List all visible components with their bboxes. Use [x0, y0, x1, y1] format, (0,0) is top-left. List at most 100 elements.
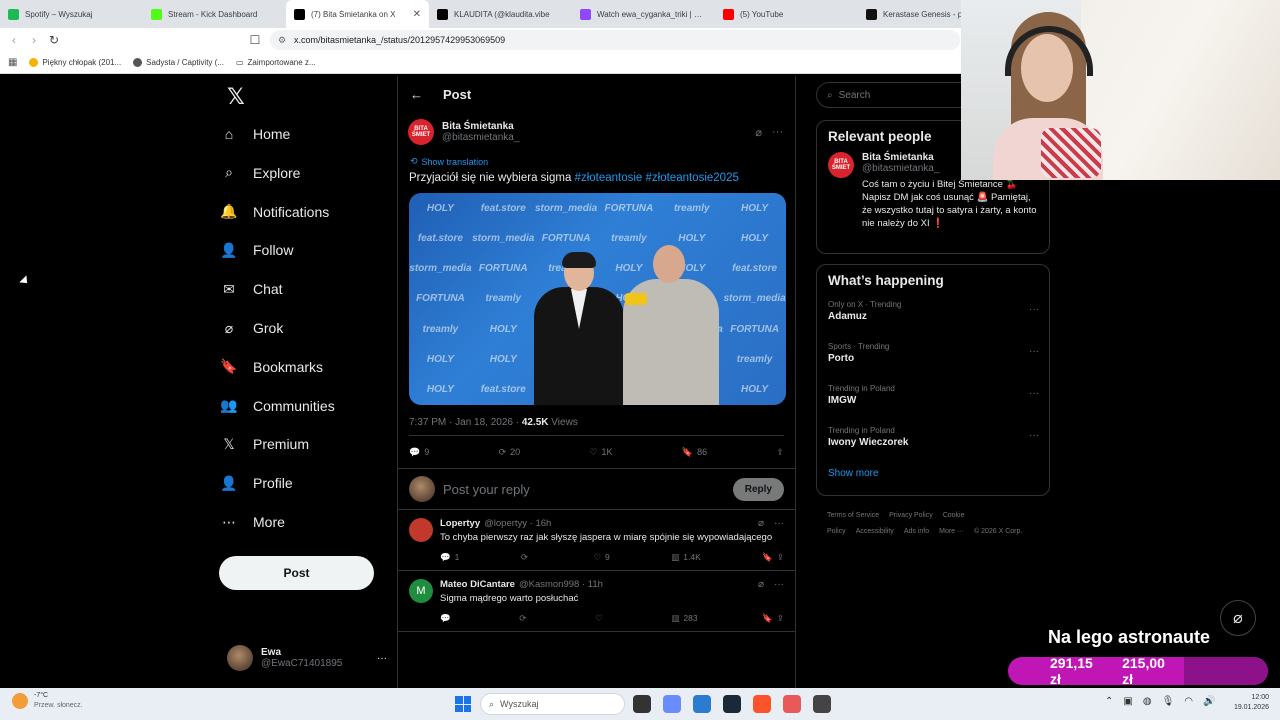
steam-icon[interactable] [723, 695, 741, 713]
reload-icon[interactable]: ↻ [44, 33, 64, 47]
account-switcher[interactable]: Ewa @EwaC71401895 ··· [227, 642, 387, 674]
grok-floating-icon[interactable]: ⌀ [1220, 600, 1256, 636]
avatar[interactable] [409, 518, 433, 542]
browser-tab[interactable]: Stream - Kick Dashboard [143, 0, 286, 28]
nav-item-bookmarks[interactable]: 🔖 Bookmarks [219, 348, 389, 386]
task-view-icon[interactable] [633, 695, 651, 713]
browser-tab[interactable]: (5) YouTube [715, 0, 858, 28]
bookmark-item[interactable]: Sadysta / Captivity (... [133, 58, 224, 67]
nav-item-follow[interactable]: 👤 Follow [219, 231, 389, 269]
trend-item[interactable]: Sports · Trending Porto ··· [817, 338, 1049, 380]
brave-icon[interactable] [753, 695, 771, 713]
more-dots-icon[interactable]: ··· [1029, 304, 1039, 315]
reply-action[interactable]: 💬 [440, 613, 455, 624]
footer-link[interactable]: Privacy Policy [889, 512, 933, 519]
mic-icon[interactable]: 🎙 [1162, 696, 1175, 707]
show-translation-link[interactable]: ⟲ Show translation [398, 156, 795, 167]
avatar[interactable]: M [409, 579, 433, 603]
post-button[interactable]: Post [219, 556, 374, 590]
share-icon[interactable]: ⇪ [777, 613, 784, 624]
grok-icon[interactable]: ⌀ [758, 518, 764, 529]
browser-tab[interactable]: (7) Bita Śmietanka on X ✕ [286, 0, 429, 28]
bookmark-item[interactable]: Piękny chłopak (201... [29, 58, 121, 67]
back-arrow-icon[interactable]: ← [410, 87, 423, 102]
volume-icon[interactable]: 🔊 [1203, 696, 1215, 707]
wifi-icon[interactable]: ◠ [1184, 696, 1193, 707]
reply-button[interactable]: Reply [732, 477, 784, 501]
views-action[interactable]: ▥ 1.4K [671, 552, 701, 563]
nav-item-more[interactable]: ⋯ More [219, 503, 389, 541]
reply-action[interactable]: 💬 9 [409, 447, 429, 458]
tray-app-icon[interactable]: ▣ [1123, 696, 1132, 707]
footer-link[interactable]: Ads info [904, 528, 929, 535]
close-tab-icon[interactable]: ✕ [413, 9, 421, 20]
show-more-link[interactable]: Show more [817, 464, 1049, 489]
trend-item[interactable]: Only on X · Trending Adamuz ··· [817, 296, 1049, 338]
footer-link[interactable]: Accessibility [856, 528, 894, 535]
bookmark-action[interactable]: 🔖 ⇪ [762, 552, 784, 563]
repost-action[interactable]: ⟳ 20 [499, 447, 521, 458]
apps-icon[interactable]: ▦ [8, 57, 17, 68]
bookmark-action[interactable]: 🔖 ⇪ [762, 613, 784, 624]
trend-item[interactable]: Trending in Poland IMGW ··· [817, 380, 1049, 422]
trend-item[interactable]: Trending in Poland Iwony Wieczorek ··· [817, 422, 1049, 464]
clock[interactable]: 12:00 19.01.2026 [1225, 693, 1269, 713]
forward-icon[interactable]: › [24, 33, 44, 47]
network-icon[interactable]: ◍ [1143, 696, 1152, 707]
post-time[interactable]: 7:37 PM · Jan 18, 2026 · [409, 417, 522, 428]
reply-author-handle[interactable]: @Kasmon998 · 11h [519, 579, 603, 590]
nav-item-explore[interactable]: ⌕ Explore [219, 154, 389, 192]
bookmark-action[interactable]: 🔖 86 [682, 447, 707, 458]
author-avatar[interactable]: BITA ŚMIET [408, 119, 434, 145]
grok-icon[interactable]: ⌀ [755, 126, 762, 139]
post-video[interactable]: HOLY feat.store storm_media FORTUNA treamly H… [409, 193, 786, 405]
more-dots-icon[interactable]: ··· [1029, 388, 1039, 399]
url-field[interactable]: ⚙ x.com/bitasmietanka_/status/2012957429… [270, 30, 960, 50]
heart-action[interactable]: ♡ 9 [593, 552, 609, 563]
browser-tab[interactable]: KLAUDITA (@klaudita.vibe [429, 0, 572, 28]
taskbar-search[interactable]: ⌕ Wyszukaj [480, 693, 625, 715]
nav-item-chat[interactable]: ✉ Chat [219, 270, 389, 308]
views-action[interactable]: ▥ 283 [671, 613, 697, 624]
back-icon[interactable]: ‹ [4, 33, 24, 47]
reply-author-handle[interactable]: @lopertyy · 16h [484, 518, 551, 529]
reply-author-name[interactable]: Lopertyy [440, 518, 480, 529]
like-action[interactable]: ♡ 1K [589, 447, 612, 458]
x-logo-icon[interactable]: 𝕏 [227, 84, 245, 110]
nav-item-communities[interactable]: 👥 Communities [219, 387, 389, 425]
weather-widget[interactable]: -7°C Przew. słonecz. [12, 691, 83, 711]
site-info-icon[interactable]: ⚙ [278, 35, 286, 46]
copilot-icon[interactable] [663, 695, 681, 713]
bookmark-folder[interactable]: ▭ Zaimportowane z... [236, 58, 316, 67]
windows-start-icon[interactable] [455, 696, 471, 712]
grok-icon[interactable]: ⌀ [758, 579, 764, 590]
more-dots-icon[interactable]: ··· [1029, 346, 1039, 357]
share-action[interactable]: ⇪ [776, 447, 784, 458]
more-dots-icon[interactable]: ··· [774, 579, 784, 590]
app-icon[interactable] [813, 695, 831, 713]
app-icon[interactable] [783, 695, 801, 713]
nav-item-premium[interactable]: 𝕏 Premium [219, 425, 389, 463]
nav-item-home[interactable]: ⌂ Home [219, 115, 389, 153]
footer-link[interactable]: Terms of Service [827, 512, 879, 519]
footer-link[interactable]: More ··· [939, 528, 964, 535]
heart-action[interactable]: ♡ [595, 613, 607, 624]
reply-author-name[interactable]: Mateo DiCantare [440, 579, 515, 590]
more-dots-icon[interactable]: ··· [377, 653, 387, 664]
repost-action[interactable]: ⟳ [521, 552, 532, 563]
author-name[interactable]: Bita Śmietanka [442, 121, 519, 132]
bookmark-page-icon[interactable]: ☐ [245, 33, 265, 47]
reply-input[interactable]: Post your reply [443, 482, 725, 497]
store-icon[interactable] [693, 695, 711, 713]
share-icon[interactable]: ⇪ [777, 552, 784, 563]
more-dots-icon[interactable]: ··· [772, 126, 783, 139]
more-dots-icon[interactable]: ··· [1029, 430, 1039, 441]
repost-action[interactable]: ⟳ [519, 613, 530, 624]
reply-post[interactable]: M Mateo DiCantare @Kasmon998 · 11h ⌀ ··· Sigm… [398, 571, 795, 632]
footer-link[interactable]: © 2026 X Corp. [974, 528, 1022, 535]
reply-post[interactable]: Lopertyy @lopertyy · 16h ⌀ ··· To chyba pier… [398, 510, 795, 571]
hashtags[interactable]: #złoteantosie #złoteantosie2025 [575, 172, 739, 184]
author-handle[interactable]: @bitasmietanka_ [442, 132, 519, 143]
chevron-up-icon[interactable]: ⌃ [1105, 696, 1113, 707]
reply-action[interactable]: 💬 1 [440, 552, 459, 563]
